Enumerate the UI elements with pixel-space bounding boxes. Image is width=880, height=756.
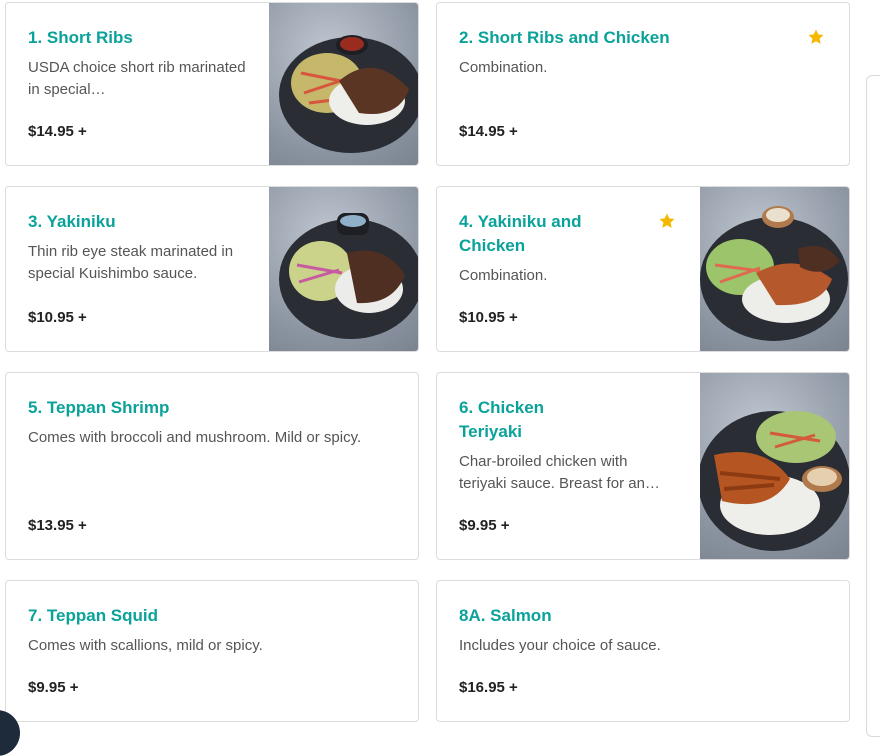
star-icon bbox=[659, 213, 675, 228]
menu-item-price: $14.95 + bbox=[28, 123, 87, 140]
menu-item-card[interactable]: 1. Short Ribs USDA choice short rib mari… bbox=[5, 2, 419, 166]
menu-item-description: Comes with broccoli and mushroom. Mild o… bbox=[28, 429, 362, 446]
menu-item-title: 4. Yakiniku and Chicken bbox=[459, 212, 582, 255]
menu-item-description: Comes with scallions, mild or spicy. bbox=[28, 637, 263, 654]
menu-item-description: Char-broiled chicken with teriyaki sauce… bbox=[459, 453, 660, 492]
menu-item-price: $9.95 + bbox=[459, 517, 510, 534]
menu-item-price: $14.95 + bbox=[459, 123, 518, 140]
menu-item-price: $9.95 + bbox=[28, 679, 79, 696]
menu-item-title: 6. Chicken Teriyaki bbox=[459, 398, 545, 441]
menu-item-description: Combination. bbox=[459, 267, 548, 284]
menu-item-card[interactable]: 7. Teppan Squid Comes with scallions, mi… bbox=[5, 580, 419, 722]
menu-item-price: $10.95 + bbox=[28, 309, 87, 326]
menu-item-title: 2. Short Ribs and Chicken bbox=[459, 28, 670, 47]
side-cart-panel bbox=[866, 75, 880, 737]
menu-item-title: 3. Yakiniku bbox=[28, 212, 116, 231]
menu-item-photo bbox=[700, 373, 849, 559]
menu-item-title: 7. Teppan Squid bbox=[28, 606, 159, 625]
menu-item-card[interactable]: 8A. Salmon Includes your choice of sauce… bbox=[436, 580, 850, 722]
menu-item-price: $10.95 + bbox=[459, 309, 518, 326]
menu-item-description: Combination. bbox=[459, 59, 548, 76]
star-icon bbox=[808, 29, 824, 44]
menu-item-photo bbox=[700, 187, 849, 351]
menu-item-price: $16.95 + bbox=[459, 679, 518, 696]
menu-item-description: USDA choice short rib marinated in speci… bbox=[28, 59, 246, 98]
menu-item-photo bbox=[269, 187, 418, 351]
menu-item-card[interactable]: 6. Chicken Teriyaki Char-broiled chicken… bbox=[436, 372, 850, 560]
menu-item-title: 8A. Salmon bbox=[459, 606, 552, 625]
menu-item-title: 5. Teppan Shrimp bbox=[28, 398, 170, 417]
menu-item-card[interactable]: 3. Yakiniku Thin rib eye steak marinated… bbox=[5, 186, 419, 352]
menu-item-price: $13.95 + bbox=[28, 517, 87, 534]
menu-item-description: Thin rib eye steak marinated in special … bbox=[28, 243, 234, 282]
menu-item-description: Includes your choice of sauce. bbox=[459, 637, 661, 654]
menu-item-photo bbox=[269, 3, 418, 165]
menu-item-card[interactable]: 5. Teppan Shrimp Comes with broccoli and… bbox=[5, 372, 419, 560]
menu-item-title: 1. Short Ribs bbox=[28, 28, 133, 47]
menu-item-card[interactable]: 2. Short Ribs and Chicken Combination. $… bbox=[436, 2, 850, 166]
menu-item-card[interactable]: 4. Yakiniku and Chicken Combination. $10… bbox=[436, 186, 850, 352]
